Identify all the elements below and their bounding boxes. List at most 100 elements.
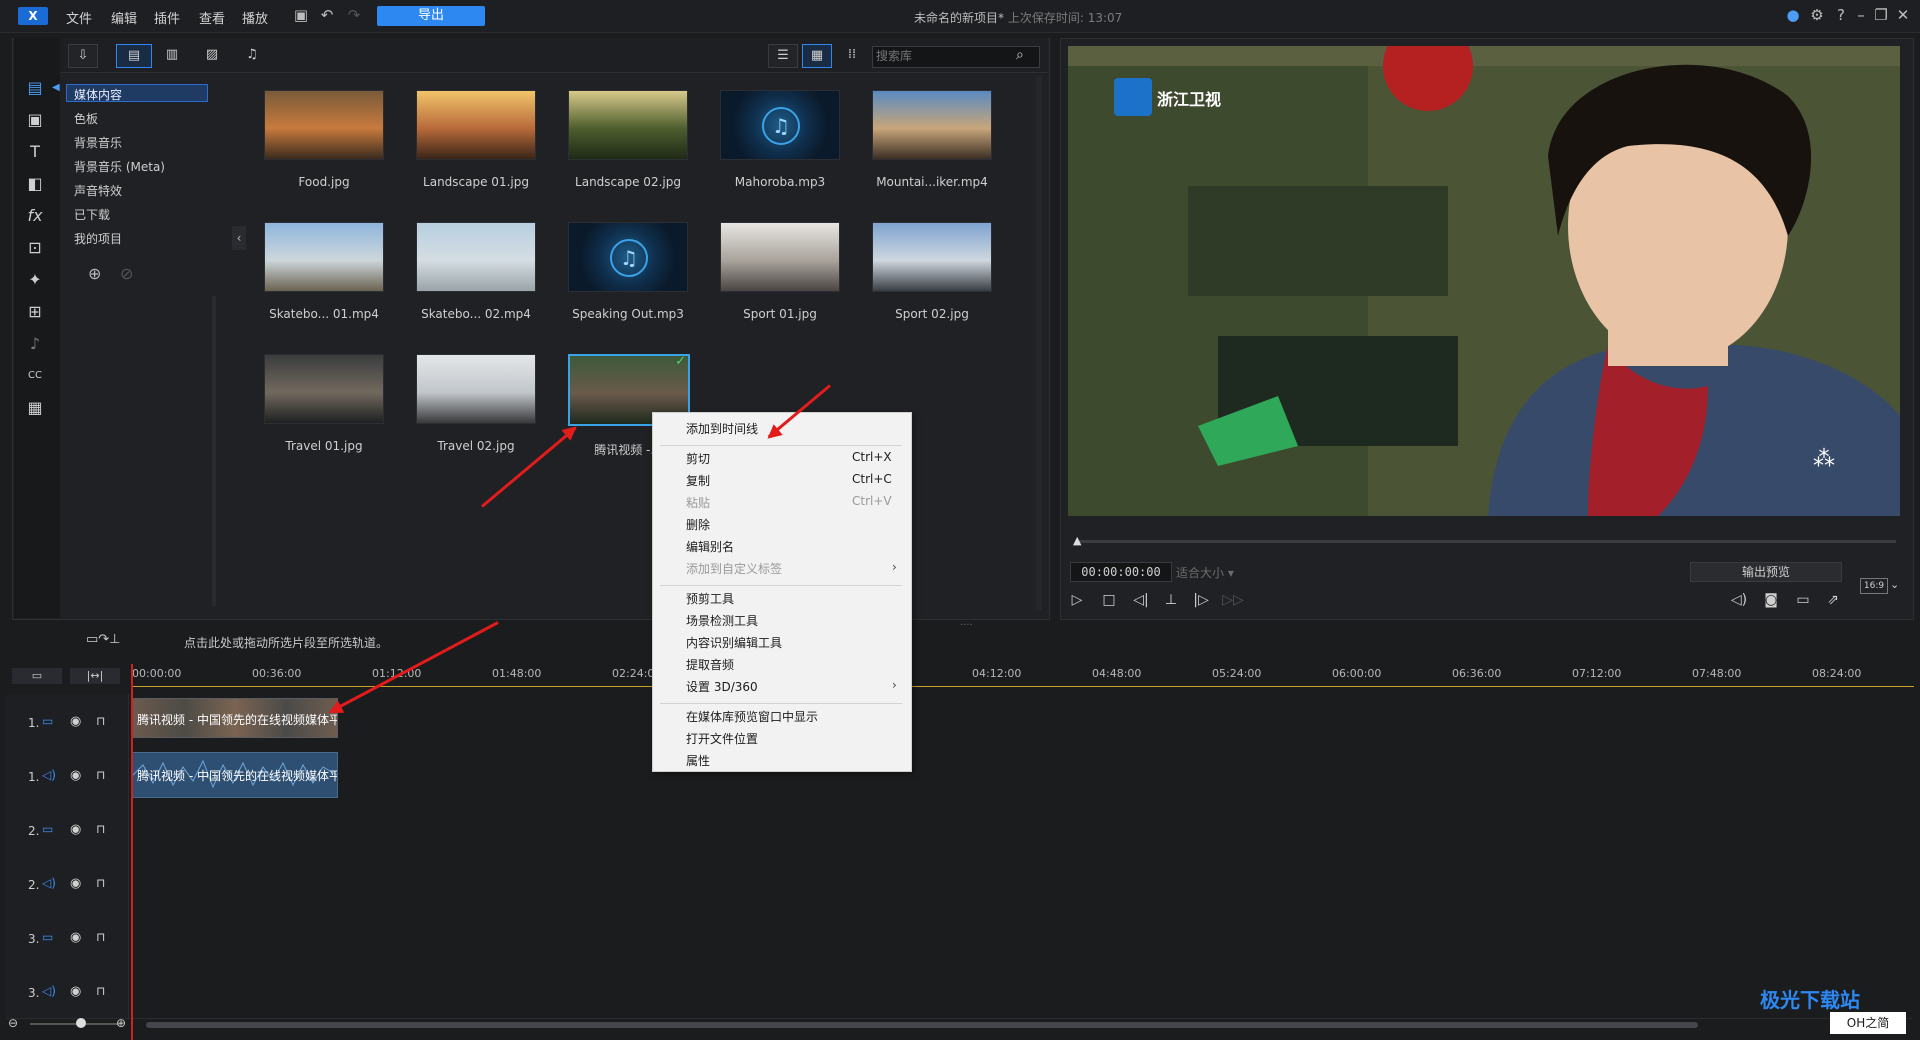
timeline-track[interactable] xyxy=(6,856,1912,911)
particle-room-icon[interactable]: ✦ xyxy=(22,268,48,292)
context-menu-item[interactable]: 剪切 xyxy=(686,450,710,467)
remove-tag-icon[interactable]: ⊘ xyxy=(120,264,133,283)
redo-icon[interactable]: ↷ xyxy=(345,6,363,24)
preview-progress-track[interactable] xyxy=(1076,540,1896,543)
media-thumbnail[interactable] xyxy=(568,90,688,160)
insert-mode-icon[interactable]: ▭↷⊥ xyxy=(86,632,121,647)
media-tile[interactable]: Mountai...iker.mp4 xyxy=(872,90,992,189)
undo-icon[interactable]: ↶ xyxy=(318,6,336,24)
media-tile[interactable]: Sport 01.jpg xyxy=(720,222,840,321)
snapshot-icon[interactable]: ◙ xyxy=(1760,590,1782,610)
close-icon[interactable]: ✕ xyxy=(1894,6,1912,24)
media-tile[interactable]: ♫ Mahoroba.mp3 xyxy=(720,90,840,189)
transition-room-icon[interactable]: ◧ xyxy=(22,172,48,196)
track-visibility-eye-icon[interactable]: ◉ xyxy=(70,876,81,891)
help-icon[interactable]: ? xyxy=(1832,6,1850,24)
search-input[interactable] xyxy=(876,49,1006,63)
media-room-icon[interactable]: ▤ xyxy=(22,76,48,100)
audio-mix-icon[interactable]: ▦ xyxy=(22,396,48,420)
undock-preview-icon[interactable]: ⇗ xyxy=(1822,590,1844,610)
track-lock-icon[interactable]: ⊓ xyxy=(96,876,105,890)
context-menu-item[interactable]: 内容识别编辑工具 xyxy=(686,634,782,651)
media-thumbnail[interactable] xyxy=(416,354,536,424)
category-my-projects[interactable]: 我的项目 xyxy=(74,230,122,247)
timecode-display[interactable]: 00:00:00:00 xyxy=(1070,562,1172,582)
media-tile[interactable]: Travel 01.jpg xyxy=(264,354,384,453)
video-filter-icon[interactable]: ▥ xyxy=(158,44,186,66)
timeline-track[interactable] xyxy=(6,802,1912,857)
category-media-content[interactable]: 媒体内容 xyxy=(74,86,122,103)
media-tile[interactable]: Food.jpg xyxy=(264,90,384,189)
track-lock-icon[interactable]: ⊓ xyxy=(96,822,105,836)
media-thumbnail[interactable] xyxy=(264,354,384,424)
track-lock-icon[interactable]: ⊓ xyxy=(96,768,105,782)
context-menu-item[interactable]: 提取音频 xyxy=(686,656,734,673)
import-media-icon[interactable]: ⇩ xyxy=(68,44,98,68)
audio-clip[interactable]: 腾讯视频 - 中国领先的在线视频媒体平台 xyxy=(132,752,338,798)
list-view-icon[interactable]: ☰ xyxy=(768,44,798,68)
context-menu-item[interactable]: 编辑别名 xyxy=(686,538,734,555)
menu-file[interactable]: 文件 xyxy=(66,8,92,27)
media-tile[interactable]: ♫ Speaking Out.mp3 xyxy=(568,222,688,321)
video-clip[interactable]: 腾讯视频 - 中国领先的在线视频媒体平台 xyxy=(132,698,338,738)
settings-gear-icon[interactable]: ⚙ xyxy=(1808,6,1826,24)
media-thumbnail[interactable] xyxy=(264,90,384,160)
search-icon[interactable]: ⌕ xyxy=(1016,47,1024,63)
track-lock-icon[interactable]: ⊓ xyxy=(96,714,105,728)
template-room-icon[interactable]: ▣ xyxy=(22,108,48,132)
category-color-board[interactable]: 色板 xyxy=(74,110,98,127)
context-menu-item[interactable]: 复制 xyxy=(686,472,710,489)
context-menu-item[interactable]: 添加到时间线 xyxy=(686,420,758,437)
context-menu-item[interactable]: 设置 3D/360 xyxy=(686,678,758,695)
media-tile[interactable]: Sport 02.jpg xyxy=(872,222,992,321)
category-sound-effects[interactable]: 声音特效 xyxy=(74,182,122,199)
image-filter-icon[interactable]: ▨ xyxy=(198,44,226,66)
media-thumbnail[interactable]: ♫ xyxy=(568,222,688,292)
ratio-dropdown-icon[interactable]: ⌄ xyxy=(1890,578,1899,591)
notification-icon[interactable]: ● xyxy=(1784,6,1802,24)
fit-timeline-icon[interactable]: |↔| xyxy=(70,668,120,684)
media-tile[interactable]: Skatebo... 02.mp4 xyxy=(416,222,536,321)
save-icon[interactable]: ▣ xyxy=(292,6,310,24)
media-tile[interactable]: Skatebo... 01.mp4 xyxy=(264,222,384,321)
menu-view[interactable]: 查看 xyxy=(199,8,225,27)
output-preview-button[interactable]: 输出预览 xyxy=(1690,562,1842,582)
display-mode-icon[interactable]: ▭ xyxy=(1792,590,1814,610)
add-tag-icon[interactable]: ⊕ xyxy=(88,264,101,283)
media-thumbnail[interactable] xyxy=(720,222,840,292)
context-menu-item[interactable]: 打开文件位置 xyxy=(686,730,758,747)
context-menu-item[interactable]: 场景检测工具 xyxy=(686,612,758,629)
media-thumbnail[interactable] xyxy=(416,90,536,160)
stop-icon[interactable]: □ xyxy=(1098,590,1120,610)
media-tile[interactable]: Landscape 01.jpg xyxy=(416,90,536,189)
category-scrollbar[interactable] xyxy=(212,296,216,606)
zoom-slider[interactable] xyxy=(30,1023,120,1025)
fast-forward-icon[interactable]: ▷▷ xyxy=(1222,590,1244,610)
zoom-slider-handle[interactable] xyxy=(76,1018,86,1028)
category-background-music[interactable]: 背景音乐 xyxy=(74,134,122,151)
pip-room-icon[interactable]: ⊡ xyxy=(22,236,48,260)
media-thumbnail[interactable] xyxy=(872,222,992,292)
next-frame-icon[interactable]: |▷ xyxy=(1190,590,1212,610)
scrubber-handle-icon[interactable]: ▲ xyxy=(1073,534,1081,547)
effects-room-icon[interactable]: fx xyxy=(22,204,48,228)
track-visibility-eye-icon[interactable]: ◉ xyxy=(70,768,81,783)
menu-playback[interactable]: 播放 xyxy=(242,8,268,27)
track-visibility-eye-icon[interactable]: ◉ xyxy=(70,822,81,837)
playhead[interactable] xyxy=(131,664,133,1040)
media-thumbnail[interactable] xyxy=(264,222,384,292)
media-thumbnail[interactable]: ♫ xyxy=(720,90,840,160)
thumbnail-size-icon[interactable]: ⁞⁞ xyxy=(838,44,866,66)
track-manager-icon[interactable]: ▭ xyxy=(12,668,62,684)
media-thumbnail[interactable] xyxy=(872,90,992,160)
restore-icon[interactable]: ❐ xyxy=(1872,6,1890,24)
volume-icon[interactable]: ◁) xyxy=(1728,590,1750,610)
context-menu-item[interactable]: 属性 xyxy=(686,752,710,769)
minimize-icon[interactable]: – xyxy=(1852,6,1870,24)
title-room-icon[interactable]: T xyxy=(22,140,48,164)
prev-frame-icon[interactable]: ◁| xyxy=(1130,590,1152,610)
chapter-room-icon[interactable]: ⊞ xyxy=(22,300,48,324)
track-visibility-eye-icon[interactable]: ◉ xyxy=(70,984,81,999)
aspect-ratio-button[interactable]: 16:9 xyxy=(1860,578,1888,594)
media-tile[interactable]: Landscape 02.jpg xyxy=(568,90,688,189)
